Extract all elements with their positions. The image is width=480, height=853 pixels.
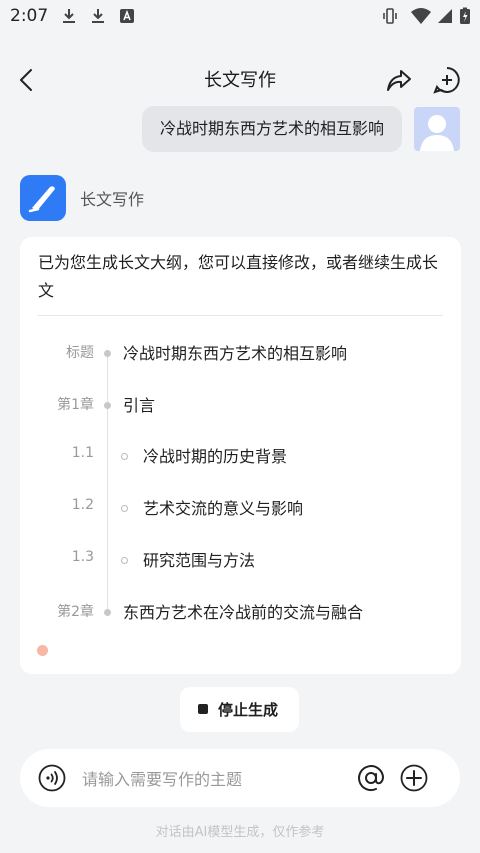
outline-item-label: 标题 xyxy=(66,345,94,361)
topic-input[interactable]: 请输入需要写作的主题 xyxy=(82,766,242,790)
voice-icon[interactable] xyxy=(38,764,66,792)
ai-disclaimer: 对话由AI模型生成，仅作参考 xyxy=(155,825,325,840)
status-bar: 2:07 xyxy=(0,0,480,34)
header: 长文写作 xyxy=(0,54,480,106)
download-icon xyxy=(92,9,104,23)
outline-item[interactable]: 1.2 艺术交流的意义与影响 xyxy=(20,494,461,522)
outline-item[interactable]: 标题 冷战时期东西方艺术的相互影响 xyxy=(20,339,461,367)
outline-item[interactable]: 1.1 冷战时期的历史背景 xyxy=(20,442,461,470)
user-message-bubble: 冷战时期东西方艺术的相互影响 xyxy=(141,106,402,152)
stop-generating-button[interactable]: 停止生成 xyxy=(180,687,299,732)
wifi-icon xyxy=(411,8,431,24)
bot-intro-text: 已为您生成长文大纲，您可以直接修改，或者继续生成长文 xyxy=(38,253,439,300)
avatar xyxy=(414,107,460,151)
outline-dot xyxy=(104,350,111,357)
bot-logo xyxy=(20,175,66,221)
pen-icon xyxy=(28,186,55,213)
share-icon[interactable] xyxy=(384,65,414,95)
outline-item-text: 冷战时期东西方艺术的相互影响 xyxy=(123,344,348,363)
outline-item-text: 引言 xyxy=(123,396,156,415)
outline-subdot xyxy=(121,557,128,564)
battery-charging-icon xyxy=(460,7,470,24)
outline-item[interactable]: 第1章 引言 xyxy=(20,391,461,419)
new-chat-icon[interactable] xyxy=(432,65,462,95)
outline-item-text: 研究范围与方法 xyxy=(143,551,256,570)
download-icon xyxy=(63,9,75,23)
outline-item[interactable]: 1.3 研究范围与方法 xyxy=(20,546,461,574)
loading-indicator xyxy=(37,645,48,656)
at-icon[interactable] xyxy=(356,763,386,793)
add-icon[interactable] xyxy=(399,763,429,793)
a-icon xyxy=(120,9,134,23)
outline-item-text: 冷战时期的历史背景 xyxy=(143,447,288,466)
outline-dot xyxy=(104,402,111,409)
input-bar: 请输入需要写作的主题 xyxy=(20,749,460,807)
outline-item-text: 东西方艺术在冷战前的交流与融合 xyxy=(123,603,364,622)
outline-item-label: 1.3 xyxy=(71,549,94,565)
user-avatar-icon xyxy=(420,115,454,151)
divider xyxy=(38,315,443,316)
stop-button-label: 停止生成 xyxy=(218,701,279,719)
bot-name: 长文写作 xyxy=(80,190,145,209)
outline-item-text: 艺术交流的意义与影响 xyxy=(143,499,304,518)
outline-item[interactable]: 第2章 东西方艺术在冷战前的交流与融合 xyxy=(20,598,461,626)
vibrate-icon xyxy=(383,8,397,24)
signal-icon xyxy=(438,9,452,23)
outline-dot xyxy=(104,609,111,616)
outline-item-label: 第1章 xyxy=(57,397,94,413)
stop-icon xyxy=(198,704,208,714)
outline-subdot xyxy=(121,453,128,460)
outline-subdot xyxy=(121,505,128,512)
status-time: 2:07 xyxy=(10,6,49,26)
outline-item-label: 1.2 xyxy=(71,497,94,513)
outline-item-label: 第2章 xyxy=(57,604,94,620)
outline-item-label: 1.1 xyxy=(71,445,94,461)
outline-card: 已为您生成长文大纲，您可以直接修改，或者继续生成长文 标题 冷战时期东西方艺术的… xyxy=(20,237,461,674)
